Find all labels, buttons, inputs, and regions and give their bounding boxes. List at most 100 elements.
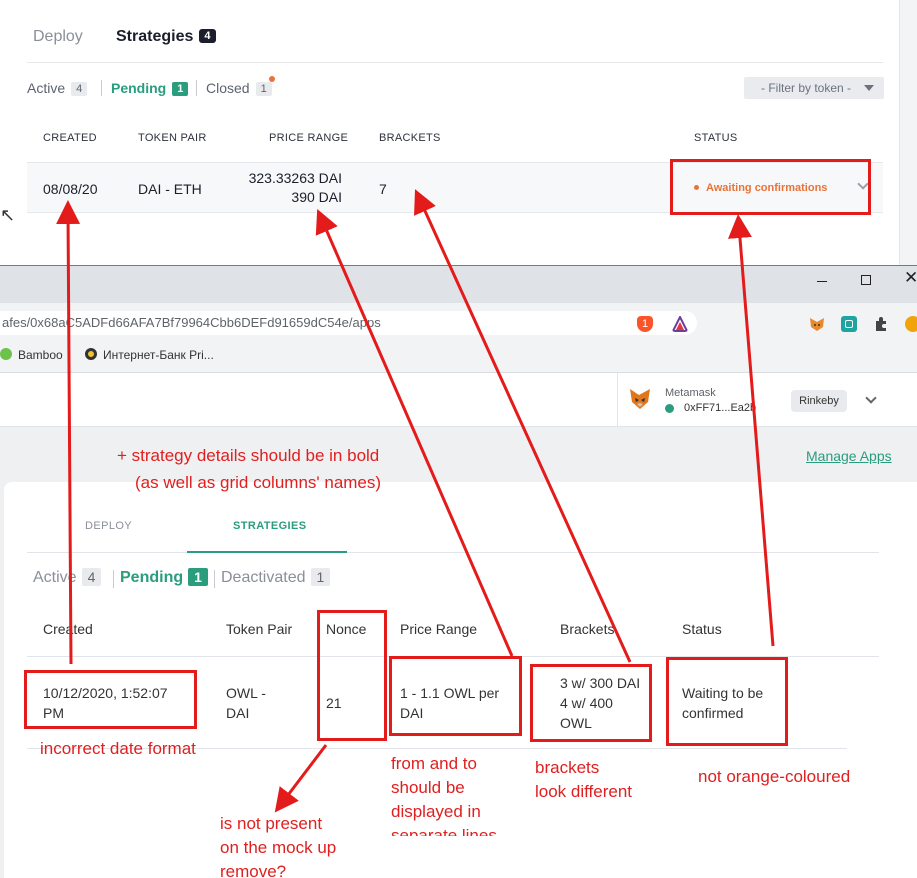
bookmark-bank-label: Интернет-Банк Pri... — [103, 348, 214, 362]
mockup-panel: Deploy Strategies 4 Active 4 Pending 1 Clos… — [0, 0, 917, 268]
filter-active[interactable]: Active 4 — [33, 568, 102, 587]
filter-closed-label: Closed — [206, 80, 250, 96]
filter-separator — [113, 570, 114, 588]
tab-strategies[interactable]: STRATEGIES — [233, 520, 306, 532]
status-badge: Awaiting confirmations — [694, 182, 827, 194]
cell-created-line2: PM — [43, 705, 64, 721]
filter-pending-count: 1 — [188, 568, 208, 586]
filter-pending-label: Pending — [120, 569, 184, 586]
column-header-brackets[interactable]: BRACKETS — [379, 132, 441, 144]
cell-created: 08/08/20 — [43, 181, 98, 197]
screen-extension-icon[interactable] — [841, 316, 857, 332]
app-header: Metamask 0xFF71...Ea2b Rinkeby — [0, 373, 917, 427]
cell-price-from: 323.33263 DAI — [248, 170, 342, 186]
bamboo-icon — [0, 348, 12, 360]
wallet-status-dot — [665, 404, 674, 413]
filter-separator — [101, 80, 102, 96]
maximize-icon[interactable] — [861, 275, 871, 285]
tab-strategies[interactable]: Strategies 4 — [116, 28, 216, 46]
bookmark-bamboo[interactable]: Bamboo — [0, 348, 63, 362]
address-bar: afes/0x68aC5ADFd66AFA7Bf79964Cbb6DEFd916… — [0, 303, 917, 339]
close-icon[interactable]: ✕ — [904, 268, 917, 288]
caret-down-icon — [864, 85, 874, 91]
url-input[interactable]: afes/0x68aC5ADFd66AFA7Bf79964Cbb6DEFd916… — [0, 311, 697, 335]
window-titlebar: ✕ — [0, 265, 917, 303]
column-header-price-range[interactable]: PRICE RANGE — [269, 132, 348, 144]
manage-apps-link[interactable]: Manage Apps — [806, 448, 892, 464]
filter-active-label: Active — [33, 569, 77, 586]
filter-deactivated-label: Deactivated — [221, 569, 306, 586]
filter-deactivated[interactable]: Deactivated 1 — [221, 568, 331, 587]
cell-brackets-line2: 4 w/ 400 — [560, 695, 613, 711]
status-dot-icon — [694, 185, 699, 190]
cell-brackets: 7 — [379, 181, 387, 197]
tab-strategies-label: Strategies — [116, 28, 194, 45]
cell-pair-line2: DAI — [226, 705, 250, 721]
tab-deploy[interactable]: Deploy — [33, 28, 83, 46]
cell-status-line1: Waiting to be — [682, 685, 764, 701]
bookmark-bamboo-label: Bamboo — [18, 348, 63, 362]
cell-created-line1: 10/12/2020, 1:52:07 — [43, 685, 168, 701]
wallet-name: Metamask — [665, 387, 716, 399]
column-header-token-pair[interactable]: Token Pair — [226, 621, 292, 637]
filter-pending[interactable]: Pending 1 — [111, 80, 189, 96]
metamask-fox-icon — [630, 389, 650, 409]
column-header-brackets[interactable]: Brackets — [560, 621, 614, 637]
minimize-icon[interactable] — [817, 281, 827, 282]
puzzle-extensions-icon[interactable] — [873, 316, 889, 332]
app-panel — [4, 482, 917, 878]
row-divider — [27, 748, 847, 749]
filter-closed[interactable]: Closed 1 — [206, 80, 272, 96]
filter-active-label: Active — [27, 80, 66, 96]
filter-pending-label: Pending — [111, 80, 167, 96]
filter-pending-count: 1 — [172, 82, 189, 96]
tab-divider — [27, 62, 883, 63]
filter-active-count: 4 — [81, 568, 102, 586]
column-header-status[interactable]: STATUS — [694, 132, 738, 144]
metamask-extension-icon[interactable] — [809, 316, 825, 332]
brave-rewards-icon[interactable] — [672, 316, 688, 332]
filter-active-count: 4 — [71, 82, 88, 96]
filter-active[interactable]: Active 4 — [27, 80, 88, 96]
cell-pair-line1: OWL - — [226, 685, 266, 701]
tab-divider — [27, 552, 879, 553]
brave-shield-count: 1 — [641, 318, 649, 330]
status-text: Awaiting confirmations — [706, 182, 828, 194]
column-header-created[interactable]: CREATED — [43, 132, 97, 144]
column-header-token-pair[interactable]: TOKEN PAIR — [138, 132, 207, 144]
url-text: afes/0x68aC5ADFd66AFA7Bf79964Cbb6DEFd916… — [2, 315, 381, 330]
bookmarks-bar: Bamboo Интернет-Банк Pri... — [0, 339, 917, 373]
header-divider — [27, 656, 879, 657]
bookmark-bank[interactable]: Интернет-Банк Pri... — [85, 348, 214, 362]
strategies-count-badge: 4 — [199, 29, 216, 43]
cell-brackets-line1: 3 w/ 300 DAI — [560, 675, 641, 691]
mouse-cursor-icon: ↖ — [0, 205, 16, 225]
profile-avatar-icon[interactable] — [905, 316, 917, 332]
cell-price-line1: 1 - 1.1 OWL per — [400, 685, 500, 701]
cell-brackets-line3: OWL — [560, 715, 592, 731]
column-header-price-range[interactable]: Price Range — [400, 621, 477, 637]
filter-closed-count: 1 — [255, 82, 272, 96]
column-header-created[interactable]: Created — [43, 621, 93, 637]
cell-price-to: 390 DAI — [291, 189, 342, 205]
filter-deactivated-count: 1 — [310, 568, 331, 586]
column-header-status[interactable]: Status — [682, 621, 722, 637]
header-separator — [617, 373, 618, 427]
column-header-nonce[interactable]: Nonce — [326, 621, 366, 637]
brave-shield-icon[interactable]: 1 — [637, 316, 653, 332]
tab-deploy[interactable]: DEPLOY — [85, 520, 132, 532]
filter-pending[interactable]: Pending 1 — [120, 568, 208, 587]
chevron-down-icon[interactable] — [865, 392, 877, 404]
wallet-address: 0xFF71...Ea2b — [684, 402, 757, 414]
filter-separator — [196, 80, 197, 96]
network-badge: Rinkeby — [791, 390, 847, 412]
cell-status-line2: confirmed — [682, 705, 744, 721]
mockup-card: Deploy Strategies 4 Active 4 Pending 1 Clos… — [0, 0, 900, 268]
token-filter-select[interactable]: - Filter by token - — [744, 77, 884, 99]
token-filter-label: - Filter by token - — [761, 81, 852, 95]
filter-separator — [214, 570, 215, 588]
browser-window: ✕ afes/0x68aC5ADFd66AFA7Bf79964Cbb6DEFd9… — [0, 265, 917, 878]
cell-token-pair: DAI - ETH — [138, 181, 202, 197]
tab-active-indicator — [187, 551, 347, 553]
notification-dot — [269, 76, 275, 82]
